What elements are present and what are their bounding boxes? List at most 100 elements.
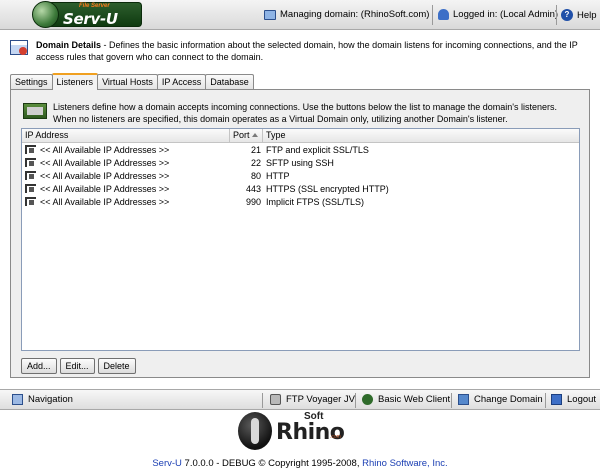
logout-link[interactable]: Logout — [551, 394, 596, 405]
change-domain-label: Change Domain — [474, 394, 543, 405]
table-row[interactable]: << All Available IP Addresses >> 80 HTTP — [22, 169, 579, 182]
tab-ip-access[interactable]: IP Access — [156, 74, 207, 90]
network-card-icon — [23, 103, 47, 119]
help-button[interactable]: ? Help — [561, 9, 597, 21]
navigation-button[interactable]: Navigation — [12, 394, 73, 405]
ftp-voyager-link[interactable]: FTP Voyager JV — [270, 394, 355, 405]
cell-type: HTTP — [266, 170, 290, 181]
listener-icon — [25, 197, 36, 206]
help-icon: ? — [561, 9, 573, 21]
column-header-type[interactable]: Type — [263, 129, 579, 142]
cell-ip: << All Available IP Addresses >> — [22, 197, 230, 207]
sort-ascending-icon — [251, 133, 258, 137]
logo-ball-icon — [32, 1, 59, 28]
listener-icon — [25, 145, 36, 154]
column-header-ip-label: IP Address — [25, 130, 69, 140]
logo-com-text: .com — [330, 434, 341, 440]
bottom-navbar: Navigation FTP Voyager JV Basic Web Clie… — [0, 389, 600, 410]
listener-buttons: Add... Edit... Delete — [21, 358, 136, 374]
tab-database[interactable]: Database — [205, 74, 254, 90]
logged-in-link[interactable]: Logged in: (Local Admin) — [438, 9, 558, 20]
header-divider — [432, 5, 433, 25]
listeners-description: Listeners define how a domain accepts in… — [53, 102, 558, 124]
cell-ip: << All Available IP Addresses >> — [22, 158, 230, 168]
basic-web-client-link[interactable]: Basic Web Client — [362, 394, 450, 405]
delete-button[interactable]: Delete — [97, 358, 136, 374]
column-header-port[interactable]: Port — [230, 129, 263, 142]
column-header-port-label: Port — [233, 130, 250, 140]
table-row[interactable]: << All Available IP Addresses >> 22 SFTP… — [22, 156, 579, 169]
logo-rhino-text: Rhino — [276, 420, 345, 445]
help-label: Help — [577, 9, 597, 21]
domain-tabs: Settings Listeners Virtual Hosts IP Acce… — [10, 73, 254, 90]
navbar-divider — [262, 393, 263, 408]
web-client-icon — [362, 394, 373, 405]
ftp-voyager-label: FTP Voyager JV — [286, 394, 355, 405]
cell-type: FTP and explicit SSL/TLS — [266, 144, 369, 155]
cell-port: 80 — [250, 170, 261, 181]
tab-virtual-hosts[interactable]: Virtual Hosts — [97, 74, 158, 90]
cell-ip-text: << All Available IP Addresses >> — [40, 157, 170, 168]
navbar-divider — [451, 393, 452, 408]
monitor-icon — [264, 9, 276, 20]
column-header-type-label: Type — [266, 130, 286, 140]
add-button[interactable]: Add... — [21, 358, 57, 374]
header-divider — [556, 5, 557, 25]
cell-ip-text: << All Available IP Addresses >> — [40, 144, 170, 155]
edit-button[interactable]: Edit... — [59, 358, 95, 374]
cell-port: 443 — [245, 183, 261, 194]
serv-u-link[interactable]: Serv-U — [152, 458, 182, 469]
cell-port: 22 — [250, 157, 261, 168]
domain-details-description: Domain Details - Defines the basic infor… — [36, 39, 592, 63]
cell-type: SFTP using SSH — [266, 157, 334, 168]
cell-ip: << All Available IP Addresses >> — [22, 145, 230, 155]
navbar-divider — [545, 393, 546, 408]
table-row[interactable]: << All Available IP Addresses >> 21 FTP … — [22, 143, 579, 156]
cell-type: Implicit FTPS (SSL/TLS) — [266, 196, 365, 207]
navigation-label: Navigation — [28, 394, 73, 405]
serv-u-logo: File Server Serv-U — [32, 1, 142, 28]
listener-icon — [25, 184, 36, 193]
navbar-divider — [355, 393, 356, 408]
cell-ip-text: << All Available IP Addresses >> — [40, 183, 170, 194]
change-domain-link[interactable]: Change Domain — [458, 394, 543, 405]
ftp-voyager-icon — [270, 394, 281, 405]
logged-in-label: Logged in: (Local Admin) — [453, 9, 559, 20]
copyright-footer: Serv-U 7.0.0.0 - DEBUG © Copyright 1995-… — [0, 458, 600, 469]
domain-details-icon — [10, 40, 28, 55]
logout-label: Logout — [567, 394, 597, 405]
rhino-software-link[interactable]: Rhino Software, Inc. — [362, 458, 448, 469]
cell-ip: << All Available IP Addresses >> — [22, 184, 230, 194]
cell-ip: << All Available IP Addresses >> — [22, 171, 230, 181]
logo-text: Serv-U — [63, 10, 118, 28]
cell-type: HTTPS (SSL encrypted HTTP) — [266, 183, 389, 194]
tab-listeners[interactable]: Listeners — [51, 73, 99, 90]
rhinosoft-logo[interactable]: Soft Rhino .com — [238, 411, 368, 452]
change-domain-icon — [458, 394, 469, 405]
rhinosoft-logo-icon — [238, 412, 272, 450]
cell-port: 990 — [245, 196, 261, 207]
listeners-panel: Listeners define how a domain accepts in… — [10, 89, 590, 378]
version-text: 7.0.0.0 - DEBUG © Copyright 1995-2008, — [181, 458, 363, 469]
logout-icon — [551, 394, 562, 405]
tab-settings[interactable]: Settings — [10, 74, 53, 90]
top-header: File Server Serv-U Managing domain: (Rhi… — [0, 0, 600, 30]
logo-subtitle: File Server — [79, 3, 110, 9]
domain-details-title: Domain Details — [36, 40, 102, 50]
listener-icon — [25, 171, 36, 180]
cell-ip-text: << All Available IP Addresses >> — [40, 196, 170, 207]
managing-domain-label: Managing domain: (RhinoSoft.com) — [280, 9, 430, 20]
managing-domain-link[interactable]: Managing domain: (RhinoSoft.com) — [264, 9, 429, 20]
user-icon — [438, 9, 449, 20]
table-row[interactable]: << All Available IP Addresses >> 443 HTT… — [22, 182, 579, 195]
table-header: IP Address Port Type — [22, 129, 579, 143]
listener-icon — [25, 158, 36, 167]
basic-web-client-label: Basic Web Client — [378, 394, 451, 405]
cell-ip-text: << All Available IP Addresses >> — [40, 170, 170, 181]
domain-details-text: - Defines the basic information about th… — [36, 40, 578, 62]
navigation-icon — [12, 394, 23, 405]
column-header-ip[interactable]: IP Address — [22, 129, 230, 142]
table-row[interactable]: << All Available IP Addresses >> 990 Imp… — [22, 195, 579, 208]
cell-port: 21 — [250, 144, 261, 155]
listeners-table: IP Address Port Type << All Available IP… — [21, 128, 580, 351]
